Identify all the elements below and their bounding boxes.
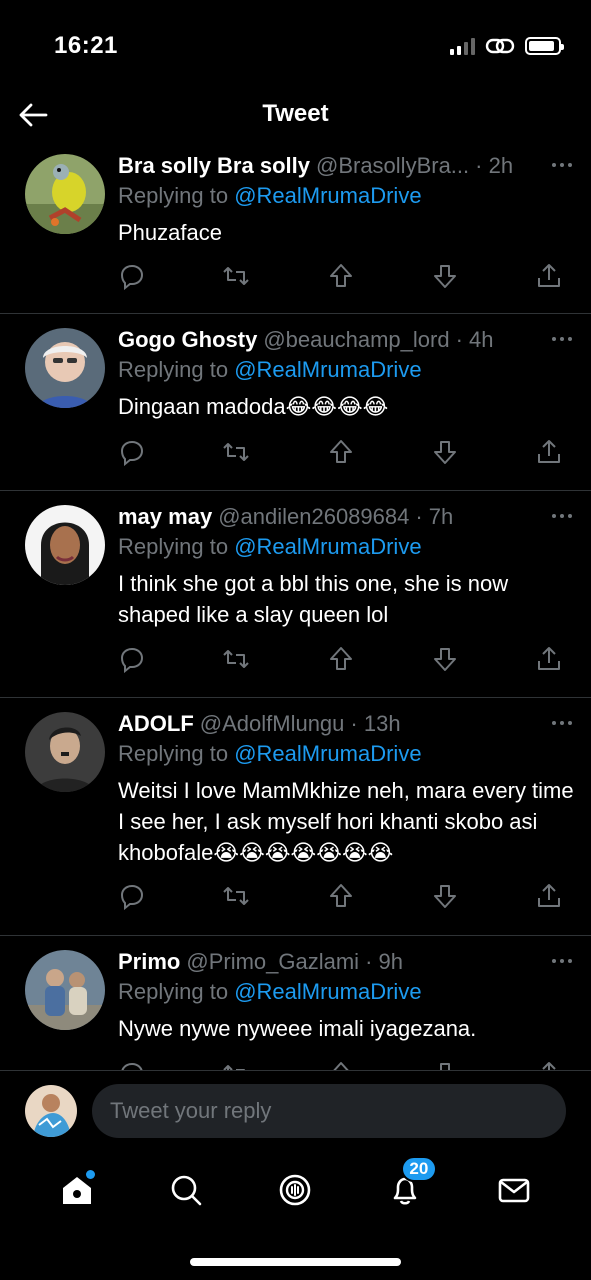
new-content-dot [85, 1170, 95, 1179]
replying-to: Replying to @RealMrumaDrive [118, 534, 422, 559]
replying-to: Replying to @RealMrumaDrive [118, 357, 422, 382]
tweet-actions [118, 882, 563, 910]
mention-link[interactable]: @RealMrumaDrive [234, 741, 421, 766]
reply-icon[interactable] [118, 262, 146, 290]
status-time: 16:21 [54, 32, 118, 59]
reply-icon[interactable] [118, 882, 146, 910]
replying-to: Replying to @RealMrumaDrive [118, 979, 422, 1004]
mention-link[interactable]: @RealMrumaDrive [234, 534, 421, 559]
user-handle[interactable]: @Primo_Gazlami [186, 948, 359, 976]
retweet-icon[interactable] [222, 882, 250, 910]
display-name[interactable]: Primo [118, 948, 180, 976]
avatar[interactable] [25, 1085, 77, 1137]
tab-spaces[interactable] [275, 1170, 315, 1210]
share-icon[interactable] [535, 262, 563, 290]
mention-link[interactable]: @RealMrumaDrive [234, 979, 421, 1004]
tweet-time: · 13h [350, 711, 401, 736]
tweet-time: · 9h [365, 949, 403, 974]
more-icon[interactable] [549, 154, 575, 180]
reply-icon[interactable] [118, 438, 146, 466]
notification-badge: 20 [400, 1156, 437, 1182]
upvote-icon[interactable] [327, 1060, 355, 1070]
tab-notifications[interactable]: 20 [385, 1156, 437, 1210]
display-name[interactable]: ADOLF [118, 710, 194, 738]
display-name[interactable]: may may [118, 503, 212, 531]
upvote-icon[interactable] [327, 882, 355, 910]
more-icon[interactable] [549, 950, 575, 976]
reply-feed[interactable]: Bra solly Bra solly @BrasollyBra... · 2h… [0, 140, 591, 1070]
mail-icon [498, 1178, 530, 1203]
upvote-icon[interactable] [327, 438, 355, 466]
retweet-icon[interactable] [222, 438, 250, 466]
downvote-icon[interactable] [431, 645, 459, 673]
replying-to: Replying to @RealMrumaDrive [118, 741, 422, 766]
status-icons [450, 36, 564, 56]
display-name[interactable]: Gogo Ghosty [118, 326, 257, 354]
mention-link[interactable]: @RealMrumaDrive [234, 183, 421, 208]
tweet-text: Dingaan madoda😂😂😂😂 [118, 394, 389, 419]
tweet-actions [118, 1060, 563, 1070]
tweet-text: Nywe nywe nyweee imali iyagezana. [118, 1016, 477, 1041]
user-handle[interactable]: @beauchamp_lord [263, 326, 449, 354]
page-title: Tweet [262, 100, 329, 127]
more-icon[interactable] [549, 712, 575, 738]
spaces-icon [280, 1174, 311, 1206]
tab-home[interactable] [57, 1170, 97, 1210]
tweet-text: Weitsi I love MamMkhize neh, mara every … [118, 778, 574, 865]
tweet-item[interactable]: ADOLF @AdolfMlungu · 13h Replying to @Re… [0, 698, 591, 936]
retweet-icon[interactable] [222, 1060, 250, 1070]
user-handle[interactable]: @AdolfMlungu [200, 710, 345, 738]
bottom-tab-bar: 20 [0, 1150, 591, 1230]
tweet-text: Phuzaface [118, 220, 222, 245]
tweet-actions [118, 262, 563, 290]
downvote-icon[interactable] [431, 882, 459, 910]
tweet-text: I think she got a bbl this one, she is n… [118, 571, 509, 627]
header: Tweet [0, 90, 591, 140]
downvote-icon[interactable] [431, 262, 459, 290]
downvote-icon[interactable] [431, 438, 459, 466]
tweet-item[interactable]: Gogo Ghosty @beauchamp_lord · 4h Replyin… [0, 314, 591, 491]
replying-to: Replying to @RealMrumaDrive [118, 183, 422, 208]
upvote-icon[interactable] [327, 645, 355, 673]
reply-bar: Tweet your reply [0, 1070, 591, 1150]
reply-icon[interactable] [118, 1060, 146, 1070]
avatar[interactable] [25, 505, 105, 585]
battery-icon [525, 37, 564, 55]
downvote-icon[interactable] [431, 1060, 459, 1070]
tweet-item[interactable]: Primo @Primo_Gazlami · 9h Replying to @R… [0, 936, 591, 1070]
link-icon [485, 38, 515, 54]
share-icon[interactable] [535, 438, 563, 466]
share-icon[interactable] [535, 1060, 563, 1070]
more-icon[interactable] [549, 328, 575, 354]
retweet-icon[interactable] [222, 262, 250, 290]
tab-search[interactable] [166, 1170, 206, 1210]
search-icon [171, 1175, 202, 1206]
home-indicator[interactable] [190, 1258, 401, 1266]
avatar[interactable] [25, 712, 105, 792]
avatar[interactable] [25, 154, 105, 234]
user-handle[interactable]: @andilen26089684 [218, 503, 409, 531]
tweet-time: · 4h [455, 327, 494, 352]
tweet-actions [118, 438, 563, 466]
tweet-time: · 7h [415, 504, 454, 529]
tweet-item[interactable]: may may @andilen26089684 · 7h Replying t… [0, 491, 591, 698]
reply-input[interactable]: Tweet your reply [92, 1084, 566, 1138]
signal-icon [450, 37, 475, 55]
user-handle[interactable]: @BrasollyBra... [316, 152, 469, 180]
tweet-actions [118, 645, 563, 673]
tab-messages[interactable] [494, 1170, 534, 1210]
mention-link[interactable]: @RealMrumaDrive [234, 357, 421, 382]
more-icon[interactable] [549, 505, 575, 531]
tweet-item[interactable]: Bra solly Bra solly @BrasollyBra... · 2h… [0, 140, 591, 314]
reply-icon[interactable] [118, 645, 146, 673]
display-name[interactable]: Bra solly Bra solly [118, 152, 310, 180]
status-bar: 16:21 [0, 0, 591, 90]
avatar[interactable] [25, 950, 105, 1030]
upvote-icon[interactable] [327, 262, 355, 290]
share-icon[interactable] [535, 645, 563, 673]
tweet-time: · 2h [475, 153, 514, 178]
retweet-icon[interactable] [222, 645, 250, 673]
avatar[interactable] [25, 328, 105, 408]
share-icon[interactable] [535, 882, 563, 910]
